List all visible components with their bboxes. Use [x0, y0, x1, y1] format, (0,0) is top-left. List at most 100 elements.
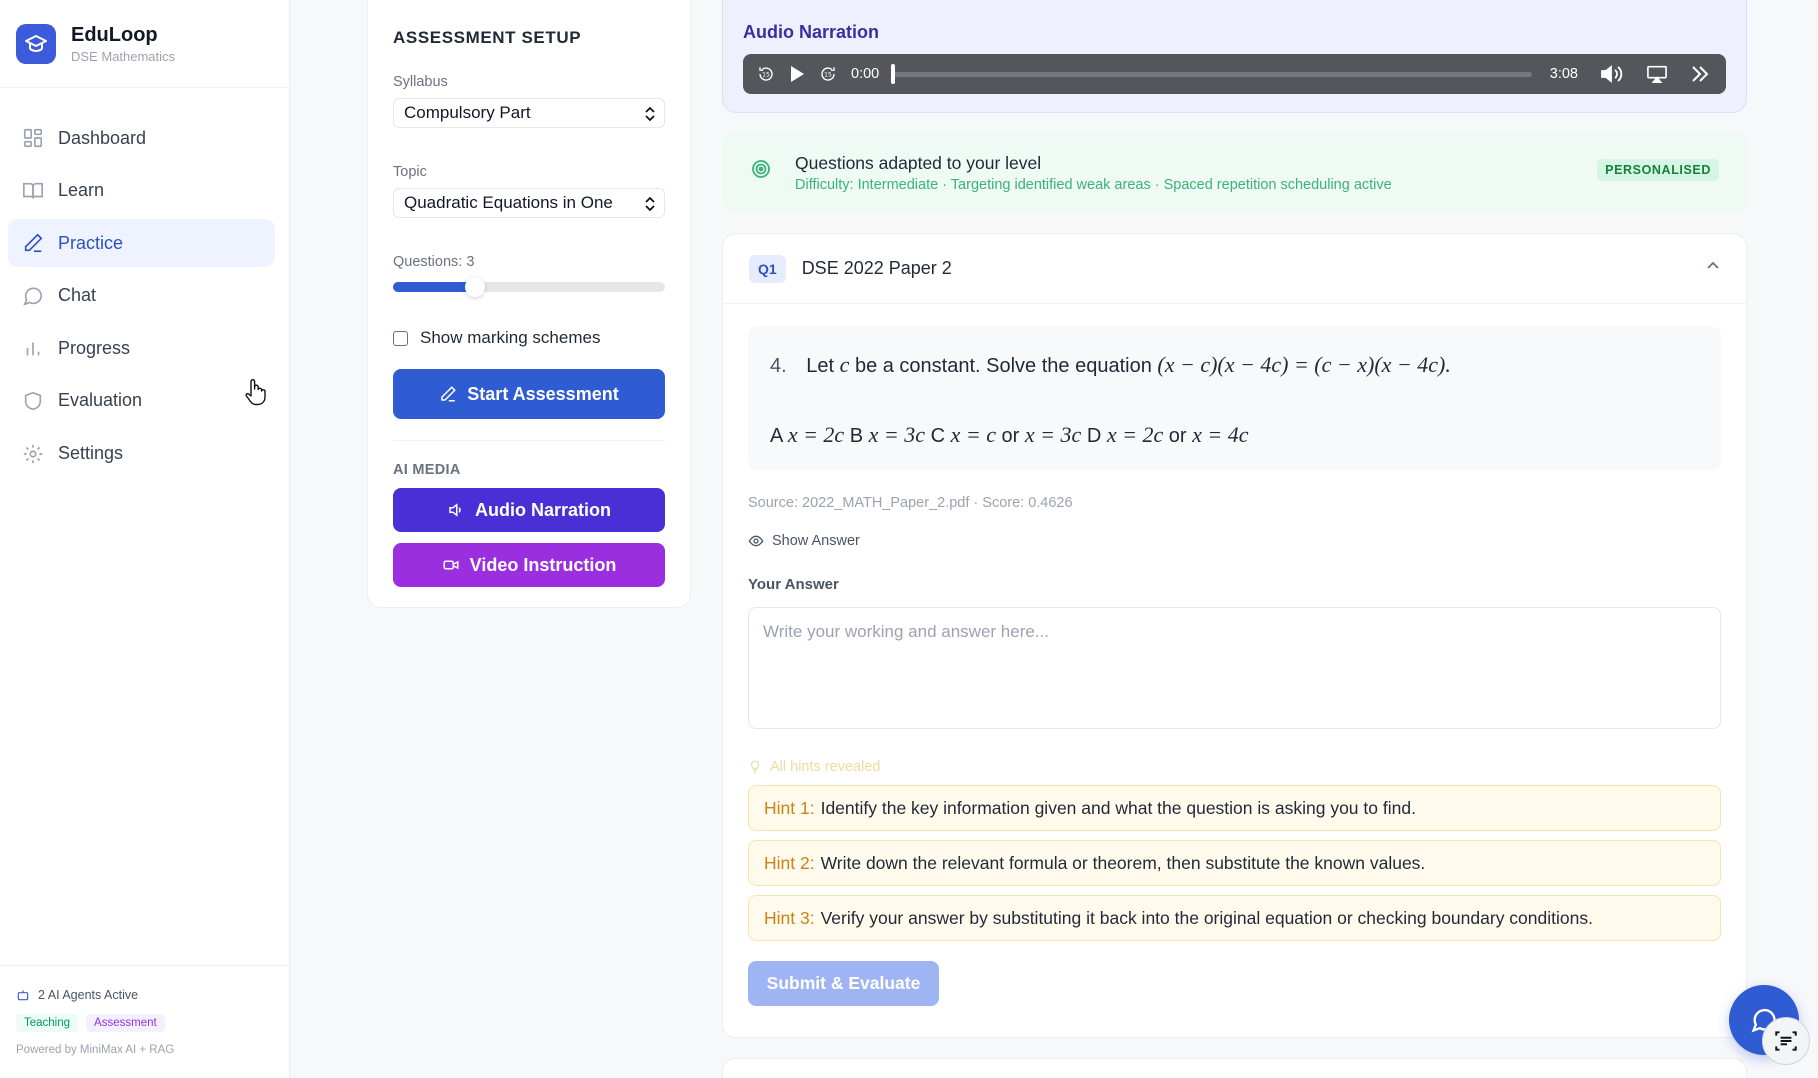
- option-or: or: [1168, 425, 1187, 447]
- lightbulb-icon: [750, 760, 760, 774]
- option-b-label: B: [849, 425, 864, 447]
- pencil-icon: [441, 386, 457, 402]
- volume-icon[interactable]: [1600, 64, 1624, 84]
- audio-progress-track[interactable]: [891, 63, 1532, 84]
- show-answer-label: Show Answer: [772, 533, 860, 549]
- scan-text-button[interactable]: [1762, 1017, 1810, 1065]
- ai-media-label: AI MEDIA: [393, 462, 461, 478]
- hint-key: Hint 3:: [764, 907, 815, 928]
- brand[interactable]: EduLoop DSE Mathematics: [0, 0, 289, 88]
- sidebar-item-label: Chat: [58, 285, 97, 306]
- stem-text: Let: [806, 355, 835, 377]
- sidebar-item-chat[interactable]: Chat: [8, 272, 275, 320]
- hand-cursor-icon: [245, 379, 266, 406]
- marking-label: Show marking schemes: [420, 328, 601, 347]
- slider-thumb[interactable]: [464, 277, 485, 297]
- option-d-1: x = 2c: [1106, 422, 1164, 447]
- audio-narration-label: Audio Narration: [474, 499, 611, 520]
- target-icon: [752, 160, 770, 178]
- dashboard-icon: [23, 128, 43, 148]
- option-a: x = 2c: [787, 422, 845, 447]
- start-assessment-button[interactable]: Start Assessment: [393, 369, 665, 419]
- start-assessment-label: Start Assessment: [467, 383, 619, 404]
- pencil-icon: [24, 233, 43, 253]
- question-card: Q1 DSE 2022 Paper 2 4. Let c be a consta…: [722, 233, 1747, 1038]
- syllabus-label: Syllabus: [393, 74, 448, 90]
- sidebar-nav: Dashboard Learn Practice Chat Progress E…: [0, 88, 289, 478]
- option-d-2: x = 4c: [1192, 422, 1249, 447]
- stem-variable: c: [839, 352, 850, 377]
- more-chevrons-icon[interactable]: [1690, 65, 1710, 83]
- sidebar-item-practice[interactable]: Practice: [8, 219, 275, 268]
- hint-key: Hint 2:: [764, 852, 815, 873]
- divider: [393, 440, 665, 441]
- question-meta: Source: 2022_MATH_Paper_2.pdf · Score: 0…: [748, 495, 1073, 511]
- gear-icon: [23, 444, 43, 463]
- option-d-label: D: [1086, 425, 1102, 447]
- sidebar-item-learn[interactable]: Learn: [8, 167, 275, 215]
- stem-equation: (x − c)(x − 4c) = (c − x)(x − 4c).: [1157, 352, 1451, 377]
- sidebar-item-label: Practice: [58, 232, 124, 253]
- hints-revealed-status: All hints revealed: [748, 759, 1721, 775]
- topic-select[interactable]: Quadratic Equations in One: [393, 188, 665, 218]
- hint-text: Verify your answer by substituting it ba…: [820, 907, 1593, 928]
- adapted-level-banner: Questions adapted to your level Difficul…: [722, 131, 1747, 213]
- option-c-1: x = c: [950, 422, 996, 447]
- audio-progress-knob[interactable]: [891, 63, 896, 84]
- scan-text-icon: [1775, 1031, 1797, 1051]
- question-options: A x = 2c B x = 3c C x = c or x = 3c D x …: [770, 422, 1249, 448]
- rewind-15-icon[interactable]: 15: [757, 65, 775, 83]
- sidebar-item-dashboard[interactable]: Dashboard: [8, 114, 275, 162]
- sidebar-item-settings[interactable]: Settings: [8, 430, 275, 478]
- speaker-icon: [449, 503, 461, 517]
- marking-checkbox[interactable]: [393, 330, 408, 346]
- play-icon[interactable]: [789, 65, 805, 83]
- sidebar-footer: 2 AI Agents Active Teaching Assessment P…: [0, 965, 289, 1078]
- airplay-icon[interactable]: [1646, 64, 1668, 84]
- sidebar-item-label: Progress: [58, 337, 131, 358]
- syllabus-select[interactable]: Compulsory Part: [393, 98, 665, 128]
- eye-icon: [748, 535, 764, 547]
- submit-evaluate-button[interactable]: Submit & Evaluate: [748, 961, 939, 1006]
- audio-title: Audio Narration: [743, 22, 880, 42]
- hint-text: Identify the key information given and w…: [820, 797, 1416, 818]
- sidebar-item-label: Dashboard: [58, 127, 147, 148]
- sidebar-item-label: Evaluation: [58, 390, 143, 411]
- question-header[interactable]: Q1 DSE 2022 Paper 2: [723, 234, 1746, 304]
- brand-name: EduLoop: [71, 23, 158, 46]
- brand-subtitle: DSE Mathematics: [71, 48, 176, 64]
- hint-2: Hint 2: Write down the relevant formula …: [748, 840, 1721, 886]
- chevron-up-icon[interactable]: [1706, 260, 1720, 270]
- book-icon: [23, 182, 43, 199]
- show-answer-toggle[interactable]: Show Answer: [748, 533, 1721, 549]
- sidebar-item-label: Learn: [58, 180, 105, 201]
- audio-narration-button[interactable]: Audio Narration: [393, 488, 665, 532]
- audio-player: 15 15 0:00 3:08: [743, 54, 1726, 94]
- answer-textarea[interactable]: Write your working and answer here...: [748, 607, 1721, 729]
- next-question-card: [722, 1058, 1747, 1078]
- marking-scheme-toggle[interactable]: Show marking schemes: [393, 328, 665, 348]
- sidebar-item-progress[interactable]: Progress: [8, 324, 275, 372]
- teaching-tag: Teaching: [16, 1014, 79, 1032]
- graduation-cap-icon: [16, 23, 56, 64]
- sidebar-item-evaluation[interactable]: Evaluation: [8, 377, 275, 425]
- option-or: or: [1001, 425, 1020, 447]
- your-answer-label: Your Answer: [748, 576, 839, 593]
- stem-text-2: be a constant. Solve the equation: [854, 355, 1152, 377]
- forward-15-icon[interactable]: 15: [819, 65, 837, 83]
- option-b: x = 3c: [868, 422, 926, 447]
- svg-text:15: 15: [824, 71, 832, 78]
- option-c-label: C: [930, 425, 946, 447]
- current-time: 0:00: [851, 66, 880, 82]
- question-body: 4. Let c be a constant. Solve the equati…: [748, 326, 1721, 471]
- questions-slider[interactable]: [393, 277, 665, 297]
- questions-label: Questions: 3: [393, 254, 475, 270]
- total-time: 3:08: [1549, 66, 1578, 82]
- video-instruction-button[interactable]: Video Instruction: [393, 543, 665, 587]
- hint-3: Hint 3: Verify your answer by substituti…: [748, 895, 1721, 941]
- shield-icon: [24, 391, 42, 411]
- robot-icon: [17, 990, 29, 1001]
- question-source-title: DSE 2022 Paper 2: [801, 258, 952, 278]
- hints-revealed-label: All hints revealed: [770, 759, 881, 775]
- option-a-label: A: [770, 425, 783, 447]
